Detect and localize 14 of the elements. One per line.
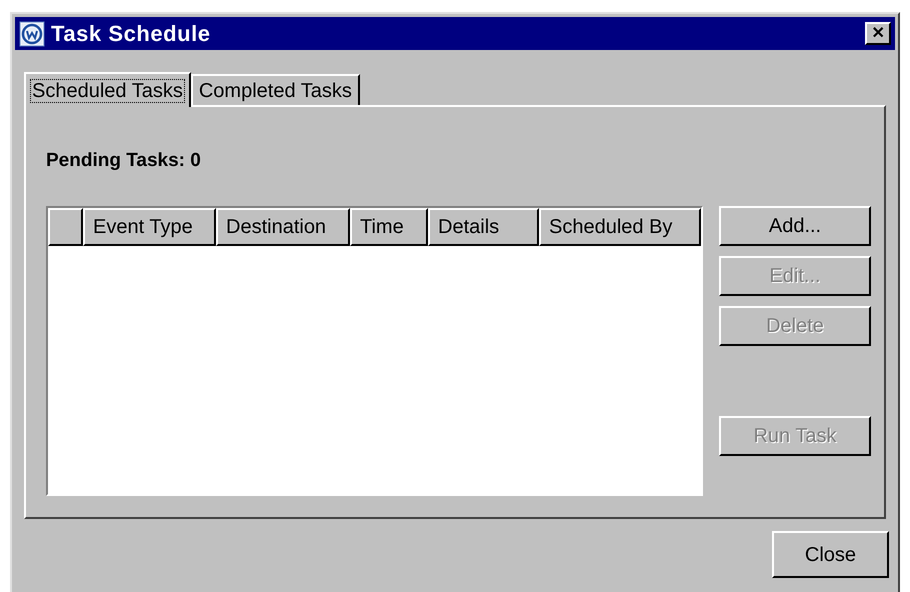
app-logo-icon	[19, 20, 45, 46]
column-header[interactable]	[48, 208, 83, 246]
window-title: Task Schedule	[51, 20, 211, 48]
tab[interactable]: Scheduled Tasks	[24, 72, 191, 107]
column-header[interactable]: Scheduled By	[539, 208, 701, 246]
close-button[interactable]: ✕	[865, 22, 891, 45]
column-header[interactable]: Details	[428, 208, 539, 246]
close-button[interactable]: Close	[772, 531, 889, 578]
column-header[interactable]: Time	[350, 208, 428, 246]
column-header[interactable]: Event Type	[83, 208, 216, 246]
action-button[interactable]: Add...	[719, 206, 871, 246]
pending-tasks-label: Pending Tasks: 0	[46, 149, 202, 173]
tab[interactable]: Completed Tasks	[190, 74, 360, 105]
column-header[interactable]: Destination	[216, 208, 350, 246]
